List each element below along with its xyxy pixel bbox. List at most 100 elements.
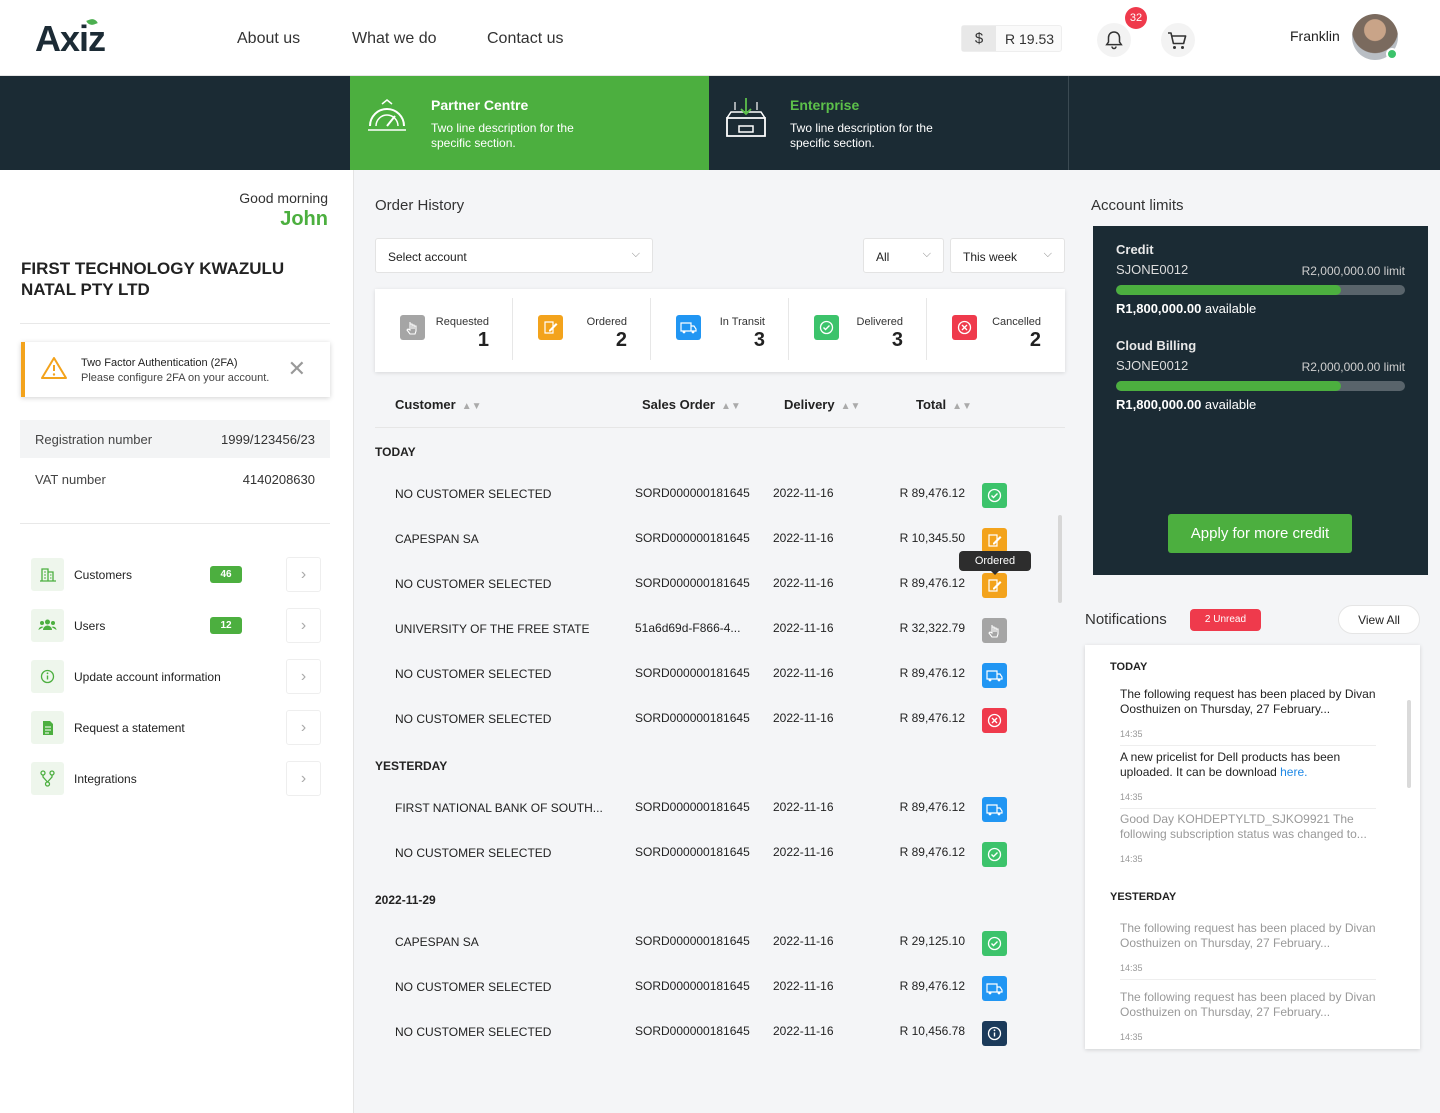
check-circle-icon[interactable] <box>982 842 1007 867</box>
truck-icon <box>676 315 701 340</box>
column-header-customer[interactable]: Customer ▲▼ <box>395 397 481 412</box>
stat-requested[interactable]: Requested 1 <box>375 289 513 372</box>
menu-item-label: Users <box>74 619 106 633</box>
notification-item[interactable]: A new pricelist for Dell products has be… <box>1120 750 1376 809</box>
stat-ordered[interactable]: Ordered 2 <box>513 289 651 372</box>
customer-cell: NO CUSTOMER SELECTED <box>395 846 552 860</box>
sales-order-cell: SORD000000181645 <box>635 711 750 725</box>
currency-icon: $ <box>962 26 996 51</box>
table-row[interactable]: NO CUSTOMER SELECTED SORD000000181645 2022… <box>375 654 1065 694</box>
notification-item[interactable]: Good Day KOHDEPTYLTD_SJKO9921 The follow… <box>1120 812 1376 864</box>
info-circle-icon[interactable] <box>982 1021 1007 1046</box>
select-value: All <box>876 250 890 264</box>
group-label: YESTERDAY <box>375 759 448 773</box>
enterprise-tab[interactable]: Enterprise Two line description for the … <box>709 76 1069 170</box>
info-value: 4140208630 <box>242 472 315 487</box>
stat-count: 2 <box>1029 329 1041 351</box>
stat-label: Ordered <box>586 316 627 328</box>
nav-contact-us[interactable]: Contact us <box>487 30 563 48</box>
menu-item-users[interactable]: Users 12 › <box>31 605 321 643</box>
check-circle-icon[interactable] <box>982 931 1007 956</box>
nav-about-us[interactable]: About us <box>237 30 300 48</box>
stat-label: In Transit <box>719 316 765 328</box>
notification-item[interactable]: The following request has been placed by… <box>1120 687 1376 746</box>
menu-item-label: Customers <box>74 568 133 582</box>
close-icon[interactable]: ✕ <box>288 356 306 382</box>
menu-item-customers[interactable]: Customers 46 › <box>31 554 321 592</box>
account-select[interactable]: Select account ⌵ <box>375 238 653 273</box>
table-row[interactable]: FIRST NATIONAL BANK OF SOUTH... SORD00000… <box>375 788 1065 828</box>
building-icon <box>31 558 64 591</box>
notification-text: Good Day KOHDEPTYLTD_SJKO9921 The follow… <box>1120 812 1367 841</box>
greeting-text: Good morning <box>239 190 328 206</box>
notification-item[interactable]: The following request has been placed by… <box>1120 990 1376 1042</box>
table-row[interactable]: NO CUSTOMER SELECTED SORD000000181645 2022… <box>375 967 1065 1007</box>
total-cell: R 89,476.12 <box>899 845 965 859</box>
notification-time: 14:35 <box>1120 1032 1143 1042</box>
nav-what-we-do[interactable]: What we do <box>352 30 436 48</box>
menu-item-update-account[interactable]: Update account information › <box>31 656 321 694</box>
users-icon <box>31 609 64 642</box>
table-row[interactable]: NO CUSTOMER SELECTED SORD000000181645 2022… <box>375 699 1065 739</box>
cart-button[interactable] <box>1161 23 1195 57</box>
group-label: TODAY <box>375 445 416 459</box>
notifications-button[interactable] <box>1097 23 1131 57</box>
notifications-scrollbar[interactable] <box>1407 700 1411 788</box>
truck-icon[interactable] <box>982 797 1007 822</box>
stat-cancelled[interactable]: Cancelled 2 <box>927 289 1065 372</box>
chevron-right-icon[interactable]: › <box>286 761 321 796</box>
stat-in-transit[interactable]: In Transit 3 <box>651 289 789 372</box>
table-row[interactable]: CAPESPAN SA SORD000000181645 2022-11-16 R 2… <box>375 922 1065 962</box>
menu-item-integrations[interactable]: Integrations › <box>31 758 321 796</box>
notification-link[interactable]: here. <box>1280 765 1307 779</box>
notification-item[interactable]: The following request has been placed by… <box>1120 921 1376 980</box>
stat-delivered[interactable]: Delivered 3 <box>789 289 927 372</box>
twofa-description: Please configure 2FA on your account. <box>81 372 270 384</box>
view-all-button[interactable]: View All <box>1338 605 1420 634</box>
user-name[interactable]: Franklin <box>1290 28 1340 44</box>
notification-text: The following request has been placed by… <box>1120 990 1376 1019</box>
chevron-right-icon[interactable]: › <box>286 608 321 643</box>
period-filter-select[interactable]: This week ⌵ <box>950 238 1065 273</box>
axiz-logo[interactable]: Axiz <box>35 17 106 60</box>
menu-item-request-statement[interactable]: Request a statement › <box>31 707 321 745</box>
stat-label: Requested <box>435 316 489 328</box>
customer-cell: NO CUSTOMER SELECTED <box>395 667 552 681</box>
hand-icon[interactable] <box>982 618 1007 643</box>
chevron-right-icon[interactable]: › <box>286 557 321 592</box>
table-row[interactable]: NO CUSTOMER SELECTED SORD000000181645 2022… <box>375 474 1065 514</box>
chevron-right-icon[interactable]: › <box>286 710 321 745</box>
chevron-down-icon: ⌵ <box>631 248 640 260</box>
sort-icon: ▲▼ <box>461 401 482 412</box>
apply-for-credit-button[interactable]: Apply for more credit <box>1168 514 1352 553</box>
stat-count: 1 <box>477 329 489 351</box>
chevron-right-icon[interactable]: › <box>286 659 321 694</box>
status-filter-select[interactable]: All ⌵ <box>863 238 944 273</box>
check-circle-icon <box>814 315 839 340</box>
customers-count-badge: 46 <box>210 566 242 583</box>
info-value: 1999/123456/23 <box>221 432 315 447</box>
column-header-total[interactable]: Total ▲▼ <box>916 397 972 412</box>
table-row[interactable]: UNIVERSITY OF THE FREE STATE 51a6d69d-F86… <box>375 609 1065 649</box>
truck-icon[interactable] <box>982 976 1007 1001</box>
info-icon <box>31 660 64 693</box>
table-row[interactable]: NO CUSTOMER SELECTED SORD000000181645 2022… <box>375 833 1065 873</box>
delivery-cell: 2022-11-16 <box>773 711 834 725</box>
cancel-circle-icon[interactable] <box>982 708 1007 733</box>
check-circle-icon[interactable] <box>982 483 1007 508</box>
truck-icon[interactable] <box>982 663 1007 688</box>
partner-centre-tab[interactable]: Partner Centre Two line description for … <box>350 76 709 170</box>
customer-cell: FIRST NATIONAL BANK OF SOUTH... <box>395 801 603 815</box>
edit-document-icon[interactable] <box>982 528 1007 553</box>
table-row[interactable]: NO CUSTOMER SELECTED SORD000000181645 2022… <box>375 1012 1065 1052</box>
sales-order-cell: SORD000000181645 <box>635 531 750 545</box>
order-status-summary: Requested 1 Ordered 2 In Transit 3 Deliv… <box>375 289 1065 372</box>
table-scrollbar[interactable] <box>1058 515 1062 603</box>
edit-document-icon <box>538 315 563 340</box>
limit-amount: R2,000,000.00 limit <box>1301 360 1405 374</box>
column-header-sales-order[interactable]: Sales Order ▲▼ <box>642 397 741 412</box>
total-cell: R 89,476.12 <box>899 486 965 500</box>
column-header-delivery[interactable]: Delivery ▲▼ <box>784 397 860 412</box>
divider <box>20 523 330 524</box>
sales-order-cell: SORD000000181645 <box>635 934 750 948</box>
